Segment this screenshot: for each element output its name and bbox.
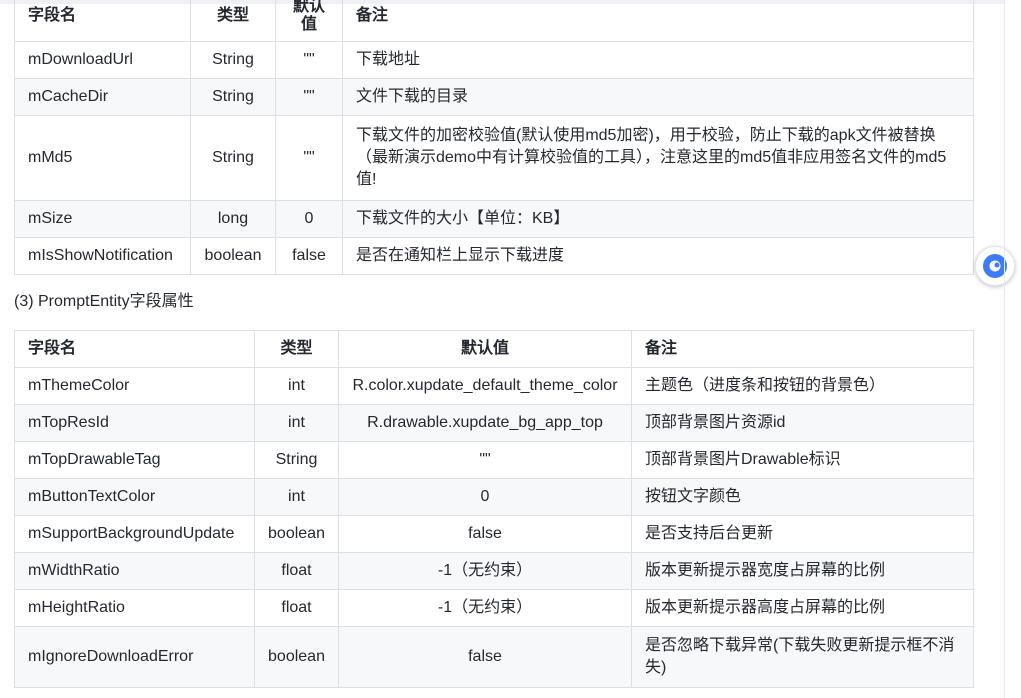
cell-remark: 下载地址	[342, 41, 974, 79]
cell-remark: 文件下载的目录	[342, 78, 974, 116]
header-remark: 备注	[631, 330, 974, 368]
table-row: mDownloadUrl String "" 下载地址	[14, 41, 974, 79]
header-field-name: 字段名	[14, 0, 191, 42]
cell-type: int	[254, 404, 339, 442]
cell-default: false	[338, 626, 632, 688]
cell-type: int	[254, 367, 339, 405]
cell-type: String	[190, 78, 276, 116]
table-row: mTopResId int R.drawable.xupdate_bg_app_…	[14, 404, 974, 442]
cell-remark: 是否在通知栏上显示下载进度	[342, 237, 974, 275]
cell-type: String	[190, 115, 276, 201]
table-row: mThemeColor int R.color.xupdate_default_…	[14, 367, 974, 405]
cell-default: ""	[338, 441, 632, 479]
table-row: mWidthRatio float -1（无约束） 版本更新提示器宽度占屏幕的比…	[14, 552, 974, 590]
table-header-row: 字段名 类型 默认值 备注	[14, 330, 974, 368]
cell-field: mIsShowNotification	[14, 237, 191, 275]
downloadentity-table: 字段名 类型 默认值 备注 mDownloadUrl String "" 下载地…	[14, 0, 974, 275]
cell-remark: 版本更新提示器高度占屏幕的比例	[631, 589, 974, 627]
cell-default: -1（无约束）	[338, 589, 632, 627]
table-row: mMd5 String "" 下载文件的加密校验值(默认使用md5加密)，用于校…	[14, 115, 974, 201]
table-header-row: 字段名 类型 默认值 备注	[14, 0, 974, 42]
header-default: 默认值	[275, 0, 343, 42]
cell-remark: 主题色（进度条和按钮的背景色）	[631, 367, 974, 405]
cell-field: mTopResId	[14, 404, 255, 442]
cell-default: ""	[275, 41, 343, 79]
cell-remark: 顶部背景图片资源id	[631, 404, 974, 442]
table-row: mCacheDir String "" 文件下载的目录	[14, 78, 974, 116]
cell-remark: 下载文件的大小【单位：KB】	[342, 200, 974, 238]
cell-type: String	[254, 441, 339, 479]
header-field-name: 字段名	[14, 330, 255, 368]
floating-assistant-button[interactable]	[975, 246, 1015, 286]
cell-field: mSize	[14, 200, 191, 238]
section-title: (3) PromptEntity字段属性	[14, 293, 194, 310]
table-row: mSupportBackgroundUpdate boolean false 是…	[14, 515, 974, 553]
cell-type: long	[190, 200, 276, 238]
table-row: mHeightRatio float -1（无约束） 版本更新提示器高度占屏幕的…	[14, 589, 974, 627]
cell-default: false	[275, 237, 343, 275]
cell-remark: 按钮文字颜色	[631, 478, 974, 516]
table-row: mButtonTextColor int 0 按钮文字颜色	[14, 478, 974, 516]
cell-type: String	[190, 41, 276, 79]
cell-default: 0	[275, 200, 343, 238]
cell-default: R.drawable.xupdate_bg_app_top	[338, 404, 632, 442]
promptentity-table: 字段名 类型 默认值 备注 mThemeColor int R.color.xu…	[14, 330, 974, 688]
cell-default: -1（无约束）	[338, 552, 632, 590]
scrollbar-track[interactable]	[1004, 0, 1005, 698]
cell-type: float	[254, 552, 339, 590]
header-type: 类型	[190, 0, 276, 42]
cell-field: mWidthRatio	[14, 552, 255, 590]
cell-field: mButtonTextColor	[14, 478, 255, 516]
cell-remark: 顶部背景图片Drawable标识	[631, 441, 974, 479]
header-default: 默认值	[338, 330, 632, 368]
cell-remark: 是否支持后台更新	[631, 515, 974, 553]
cell-default: ""	[275, 78, 343, 116]
table-row: mTopDrawableTag String "" 顶部背景图片Drawable…	[14, 441, 974, 479]
cell-default: 0	[338, 478, 632, 516]
cell-type: float	[254, 589, 339, 627]
cell-type: boolean	[254, 626, 339, 688]
header-type: 类型	[254, 330, 339, 368]
cell-default: R.color.xupdate_default_theme_color	[338, 367, 632, 405]
cell-field: mDownloadUrl	[14, 41, 191, 79]
cell-field: mCacheDir	[14, 78, 191, 116]
cell-field: mHeightRatio	[14, 589, 255, 627]
cell-field: mSupportBackgroundUpdate	[14, 515, 255, 553]
table-row: mSize long 0 下载文件的大小【单位：KB】	[14, 200, 974, 238]
header-remark: 备注	[342, 0, 974, 42]
cell-field: mIgnoreDownloadError	[14, 626, 255, 688]
table-row: mIgnoreDownloadError boolean false 是否忽略下…	[14, 626, 974, 688]
cell-default: false	[338, 515, 632, 553]
cell-remark: 版本更新提示器宽度占屏幕的比例	[631, 552, 974, 590]
cell-type: int	[254, 478, 339, 516]
cell-remark: 是否忽略下载异常(下载失败更新提示框不消失)	[631, 626, 974, 688]
cell-field: mThemeColor	[14, 367, 255, 405]
cell-remark: 下载文件的加密校验值(默认使用md5加密)，用于校验，防止下载的apk文件被替换…	[342, 115, 974, 201]
cell-field: mTopDrawableTag	[14, 441, 255, 479]
cell-type: boolean	[190, 237, 276, 275]
table-row: mIsShowNotification boolean false 是否在通知栏…	[14, 237, 974, 275]
cell-field: mMd5	[14, 115, 191, 201]
cell-type: boolean	[254, 515, 339, 553]
cell-default: ""	[275, 115, 343, 201]
